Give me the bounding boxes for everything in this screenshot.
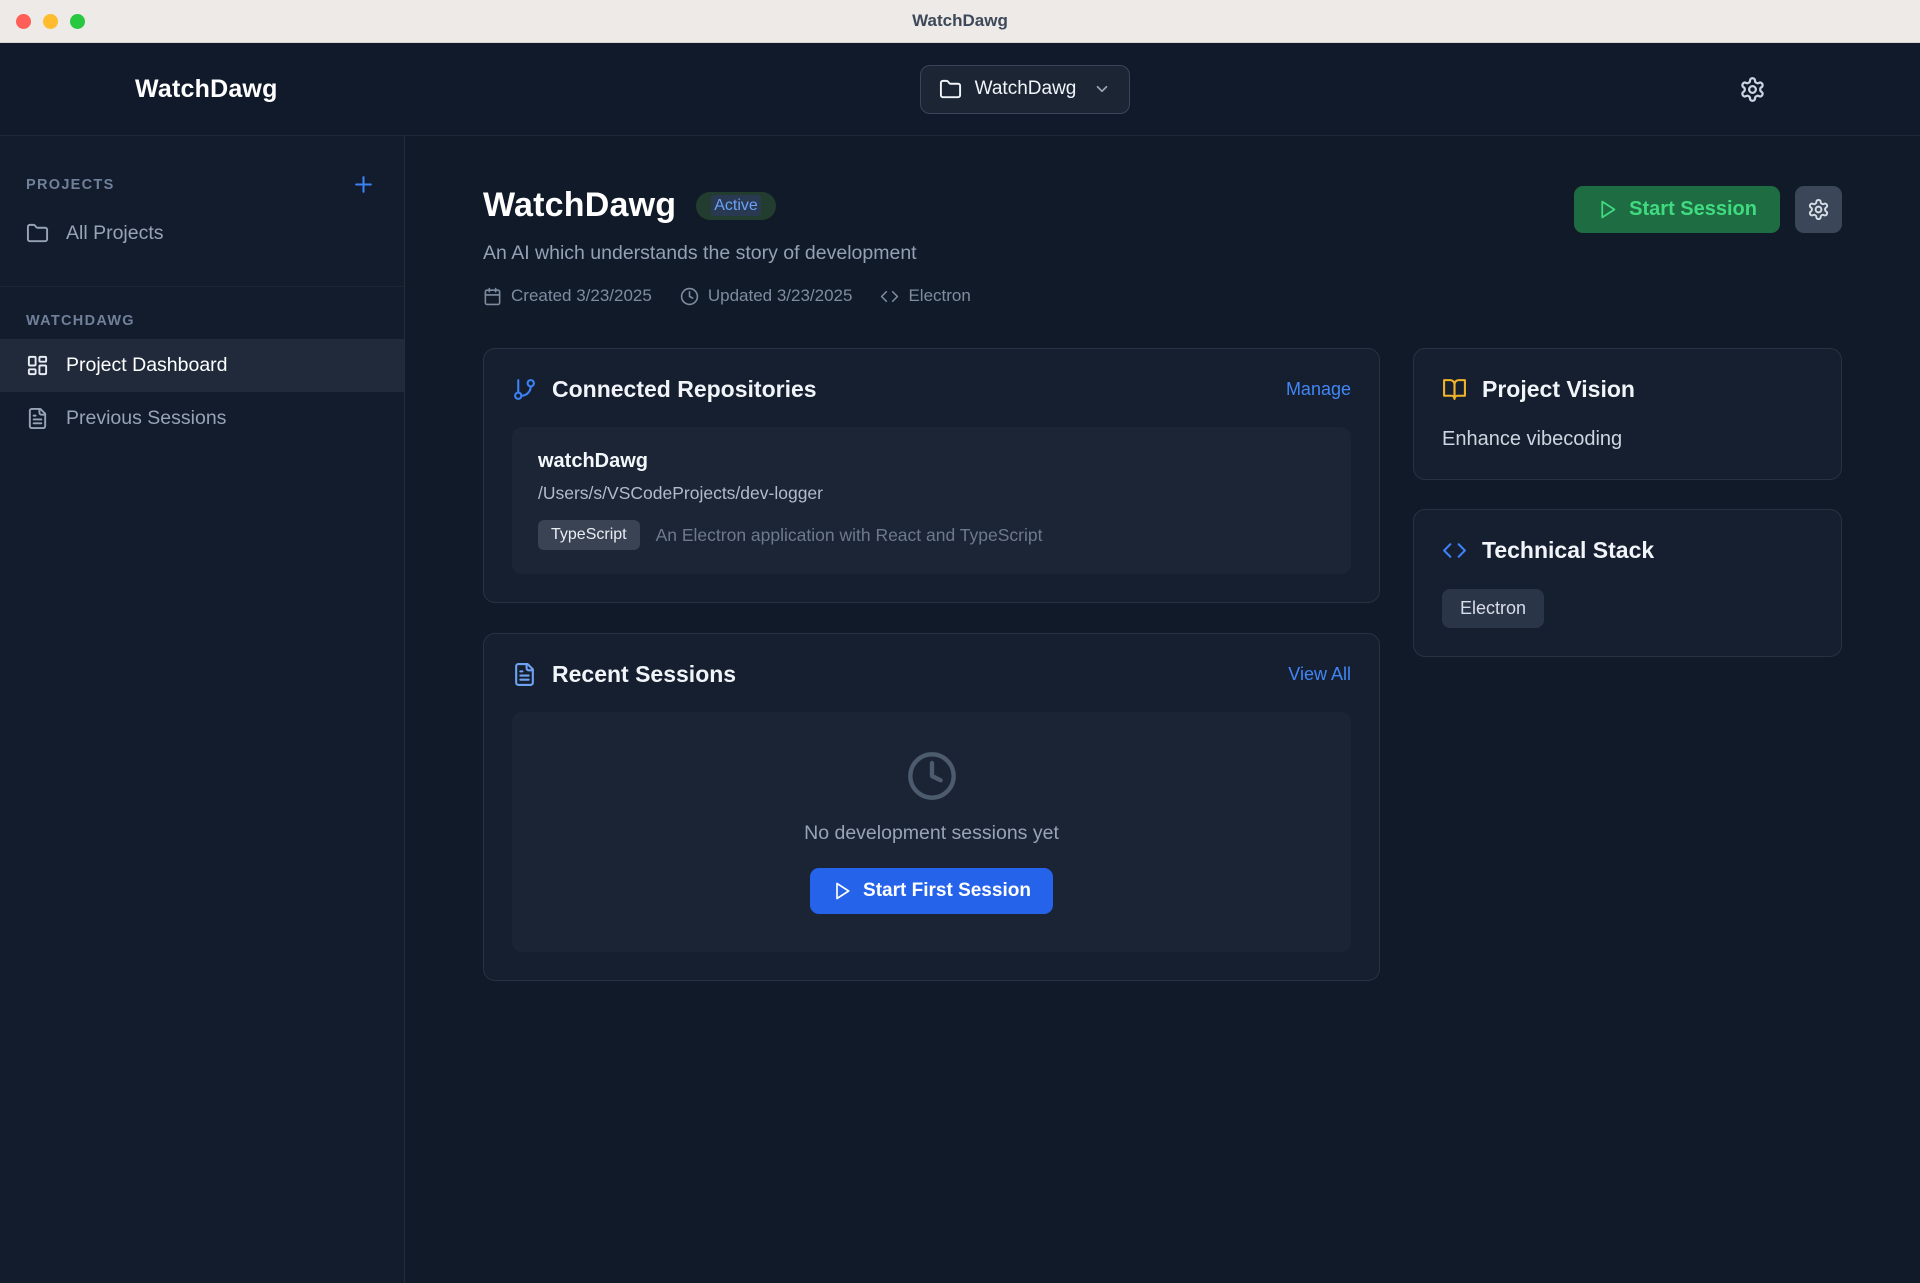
status-badge: Active bbox=[696, 192, 776, 220]
project-meta: Created 3/23/2025 Updated 3/23/2025 Elec… bbox=[483, 286, 971, 306]
chevron-down-icon bbox=[1093, 80, 1111, 98]
manage-repositories-link[interactable]: Manage bbox=[1286, 379, 1351, 400]
card-title: Technical Stack bbox=[1482, 537, 1813, 564]
card-title: Project Vision bbox=[1482, 376, 1813, 403]
card-title: Connected Repositories bbox=[552, 376, 1271, 403]
play-icon bbox=[1597, 199, 1618, 220]
view-all-sessions-link[interactable]: View All bbox=[1288, 664, 1351, 685]
connected-repositories-card: Connected Repositories Manage watchDawg … bbox=[483, 348, 1380, 603]
calendar-icon bbox=[483, 287, 502, 306]
clock-icon bbox=[680, 287, 699, 306]
folder-icon bbox=[939, 78, 962, 101]
window-titlebar: WatchDawg bbox=[0, 0, 1920, 43]
add-project-button[interactable] bbox=[351, 172, 376, 197]
stack-item-badge: Electron bbox=[1442, 589, 1544, 628]
project-selector-dropdown[interactable]: WatchDawg bbox=[920, 65, 1131, 114]
recent-sessions-card: Recent Sessions View All No development … bbox=[483, 633, 1380, 981]
sidebar: PROJECTS All Projects WATCHDAWG Project … bbox=[0, 136, 405, 1283]
header-settings-button[interactable] bbox=[1737, 74, 1768, 105]
technical-stack-card: Technical Stack Electron bbox=[1413, 509, 1842, 657]
start-first-session-button[interactable]: Start First Session bbox=[810, 868, 1053, 914]
maximize-window-button[interactable] bbox=[70, 14, 85, 29]
framework-label: Electron bbox=[908, 286, 970, 306]
app-logo: WatchDawg bbox=[135, 75, 278, 103]
empty-sessions-text: No development sessions yet bbox=[804, 822, 1059, 845]
start-session-button[interactable]: Start Session bbox=[1574, 186, 1780, 233]
project-vision-text: Enhance vibecoding bbox=[1442, 428, 1813, 451]
window-controls bbox=[16, 0, 85, 42]
project-vision-card: Project Vision Enhance vibecoding bbox=[1413, 348, 1842, 480]
folder-icon bbox=[26, 222, 49, 245]
code-icon bbox=[880, 287, 899, 306]
repository-path: /Users/s/VSCodeProjects/dev-logger bbox=[538, 483, 1325, 504]
sidebar-item-label: Previous Sessions bbox=[66, 407, 226, 430]
play-icon bbox=[832, 881, 852, 901]
language-badge: TypeScript bbox=[538, 520, 640, 550]
card-title: Recent Sessions bbox=[552, 661, 1273, 688]
sidebar-item-label: All Projects bbox=[66, 222, 164, 245]
window-title: WatchDawg bbox=[912, 11, 1008, 31]
sidebar-section-projects: PROJECTS bbox=[26, 177, 115, 193]
close-window-button[interactable] bbox=[16, 14, 31, 29]
clock-icon bbox=[906, 750, 958, 802]
repository-name: watchDawg bbox=[538, 450, 1325, 473]
sidebar-item-project-dashboard[interactable]: Project Dashboard bbox=[0, 339, 404, 392]
gear-icon bbox=[1807, 198, 1830, 221]
sidebar-section-watchdawg: WATCHDAWG bbox=[26, 313, 135, 329]
page-title: WatchDawg bbox=[483, 186, 676, 225]
gear-icon bbox=[1739, 76, 1766, 103]
app-header: WatchDawg WatchDawg bbox=[0, 43, 1920, 136]
created-date: Created 3/23/2025 bbox=[511, 286, 652, 306]
repository-item[interactable]: watchDawg /Users/s/VSCodeProjects/dev-lo… bbox=[512, 427, 1351, 574]
sidebar-item-label: Project Dashboard bbox=[66, 354, 228, 377]
main-content: WatchDawg Active An AI which understands… bbox=[405, 136, 1920, 1283]
project-settings-button[interactable] bbox=[1795, 186, 1842, 233]
sidebar-item-previous-sessions[interactable]: Previous Sessions bbox=[0, 392, 404, 445]
updated-date: Updated 3/23/2025 bbox=[708, 286, 853, 306]
repository-description: An Electron application with React and T… bbox=[656, 525, 1043, 546]
file-text-icon bbox=[512, 662, 537, 687]
project-selector-label: WatchDawg bbox=[975, 78, 1077, 100]
git-branch-icon bbox=[512, 377, 537, 402]
file-text-icon bbox=[26, 407, 49, 430]
minimize-window-button[interactable] bbox=[43, 14, 58, 29]
code-icon bbox=[1442, 538, 1467, 563]
project-description: An AI which understands the story of dev… bbox=[483, 242, 971, 265]
dashboard-icon bbox=[26, 354, 49, 377]
sessions-empty-state: No development sessions yet Start First … bbox=[512, 712, 1351, 952]
sidebar-item-all-projects[interactable]: All Projects bbox=[0, 207, 404, 260]
book-open-icon bbox=[1442, 377, 1467, 402]
